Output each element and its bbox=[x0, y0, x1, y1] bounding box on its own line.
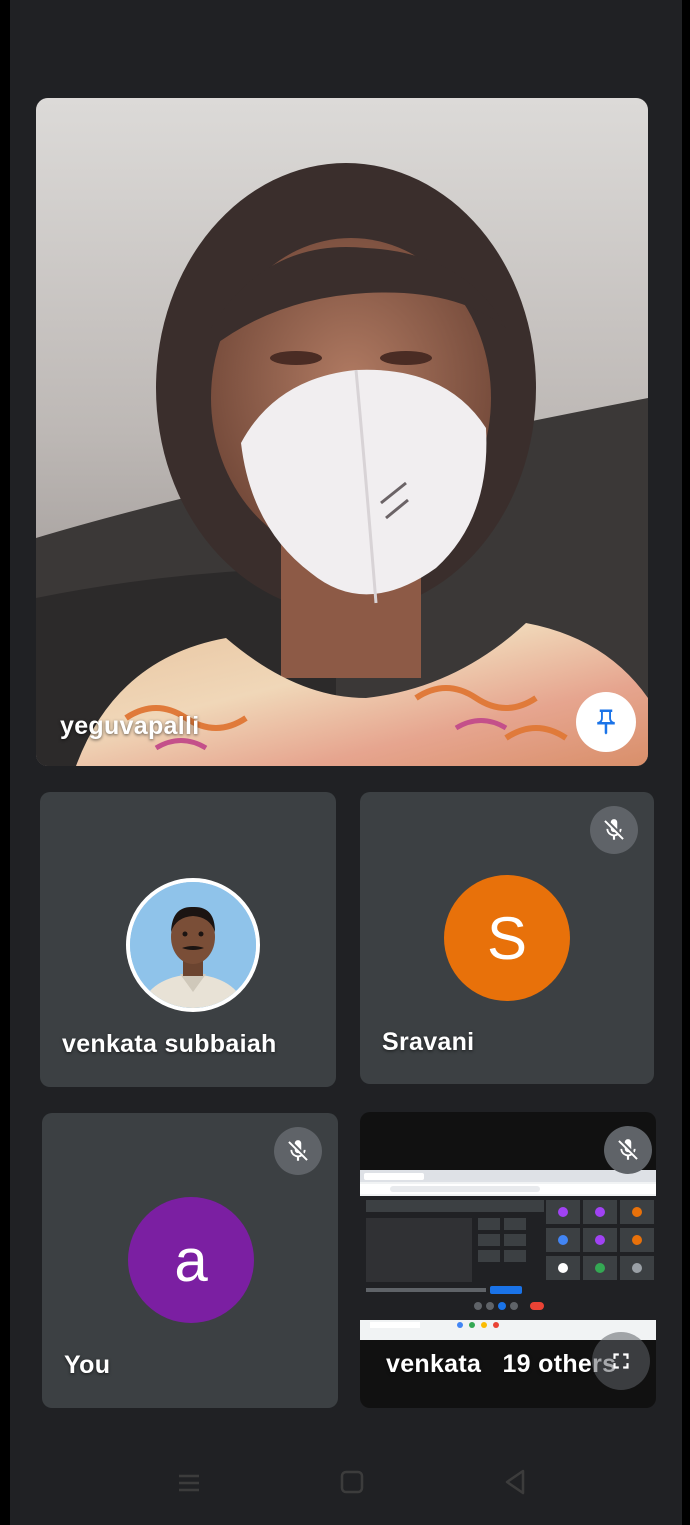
speaker-video bbox=[36, 98, 648, 766]
nav-home-icon bbox=[340, 1470, 364, 1494]
participant-name-text: venkata bbox=[386, 1350, 489, 1378]
nav-back-button[interactable] bbox=[502, 1468, 528, 1501]
participant-name: venkata 19 others bbox=[386, 1350, 616, 1379]
mute-indicator bbox=[604, 1126, 652, 1174]
pin-button[interactable] bbox=[576, 692, 636, 752]
avatar: S bbox=[444, 875, 570, 1001]
avatar: a bbox=[128, 1197, 254, 1323]
avatar bbox=[126, 878, 260, 1012]
mute-indicator bbox=[274, 1127, 322, 1175]
participant-tile-venkata-subbaiah[interactable]: venkata subbaiah bbox=[40, 792, 336, 1087]
mic-off-icon bbox=[618, 1139, 638, 1160]
mic-off-icon bbox=[288, 1140, 308, 1161]
expand-button[interactable] bbox=[592, 1332, 650, 1390]
main-speaker-tile[interactable]: yeguvapalli bbox=[36, 98, 648, 766]
nav-recent-button[interactable] bbox=[176, 1470, 202, 1501]
mute-indicator bbox=[590, 806, 638, 854]
participant-name: Sravani bbox=[382, 1028, 475, 1056]
fullscreen-icon bbox=[613, 1353, 629, 1369]
nav-recent-icon bbox=[179, 1474, 199, 1492]
nav-home-button[interactable] bbox=[339, 1469, 365, 1500]
participant-tile-others[interactable]: venkata 19 others bbox=[360, 1112, 656, 1408]
participant-tile-you[interactable]: a You bbox=[42, 1113, 338, 1408]
nav-back-icon bbox=[505, 1469, 525, 1495]
screen-share-preview bbox=[360, 1170, 656, 1340]
participant-tile-sravani[interactable]: S Sravani bbox=[360, 792, 654, 1084]
participant-name: You bbox=[64, 1351, 111, 1379]
main-speaker-name: yeguvapalli bbox=[60, 712, 200, 740]
participant-name: venkata subbaiah bbox=[62, 1030, 277, 1058]
meeting-screen: yeguvapalli venkata subbaiah S Sravani a… bbox=[10, 0, 682, 1525]
pin-icon bbox=[597, 709, 615, 735]
mic-off-icon bbox=[604, 819, 624, 840]
